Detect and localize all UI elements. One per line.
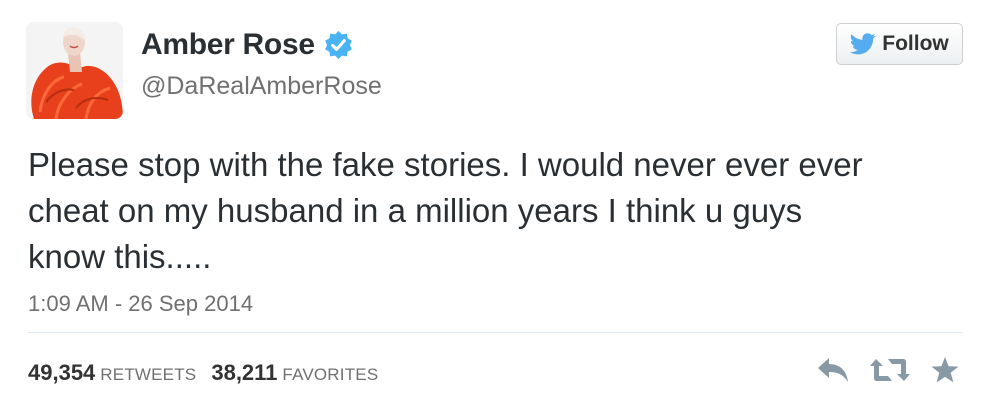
follow-button[interactable]: Follow [836,23,963,65]
tweet-timestamp[interactable]: 1:09 AM - 26 Sep 2014 [28,291,253,317]
tweet-stats: 49,354 RETWEETS 38,211 FAVORITES [28,360,393,386]
tweet-actions [816,356,960,384]
user-name-row: Amber Rose [141,28,354,62]
retweet-icon[interactable] [870,356,910,384]
reply-icon[interactable] [816,356,850,384]
retweet-label[interactable]: RETWEETS [100,365,196,385]
tweet-card: Amber Rose @DaRealAmberRose Follow Pleas… [0,0,985,405]
retweet-count[interactable]: 49,354 [28,360,95,386]
user-name[interactable]: Amber Rose [141,28,315,62]
divider [28,332,963,333]
favorite-icon[interactable] [930,356,960,384]
tweet-text: Please stop with the fake stories. I wou… [28,142,958,280]
user-handle[interactable]: @DaRealAmberRose [141,72,382,101]
tweet-text-line: Please stop with the fake stories. I wou… [28,146,863,183]
follow-button-label: Follow [882,32,949,55]
avatar-image [26,22,123,119]
tweet-text-line: know this..... [28,238,212,275]
avatar[interactable] [26,22,123,119]
favorite-count[interactable]: 38,211 [211,360,277,386]
favorite-label[interactable]: FAVORITES [282,365,378,385]
twitter-bird-icon [850,33,877,55]
verified-badge-icon [323,30,354,61]
tweet-text-line: cheat on my husband in a million years I… [28,192,803,229]
